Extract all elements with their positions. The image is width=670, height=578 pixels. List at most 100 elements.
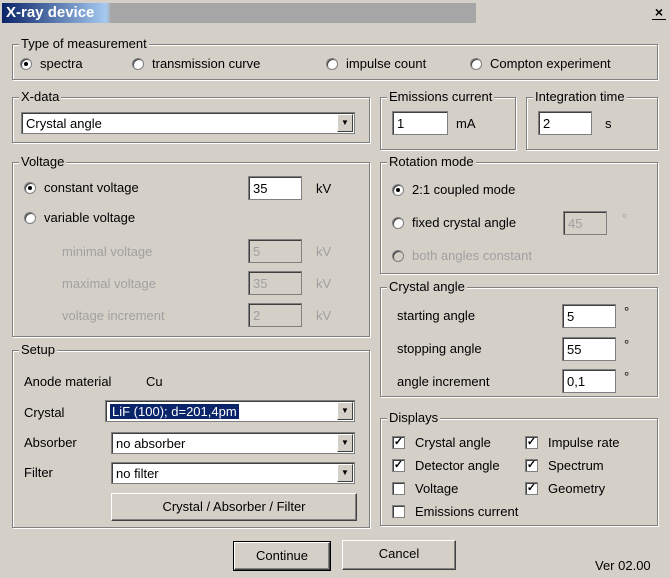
voltage-increment-label: voltage increment [62, 308, 165, 323]
radio-impulse-count[interactable]: impulse count [326, 56, 426, 71]
voltage-increment-unit: kV [316, 308, 332, 323]
rotation-mode-legend: Rotation mode [387, 154, 476, 169]
xdata-value: Crystal angle [26, 116, 102, 131]
radio-spectra-label: spectra [40, 56, 83, 71]
anode-material-value: Cu [146, 374, 163, 389]
radio-variable-voltage-dot[interactable] [24, 211, 36, 224]
check-voltage[interactable]: Voltage [392, 481, 458, 496]
xdata-select[interactable]: Crystal angle ▼ [21, 112, 355, 134]
check-geometry[interactable]: ✓ Geometry [525, 481, 605, 496]
radio-fixed-crystal-angle[interactable]: fixed crystal angle [392, 215, 516, 230]
xdata-legend: X-data [19, 89, 62, 104]
absorber-label: Absorber [24, 435, 77, 450]
chevron-down-icon[interactable]: ▼ [337, 402, 353, 420]
fixed-crystal-label: fixed crystal angle [412, 215, 517, 230]
stopping-angle-input[interactable]: 55 [562, 337, 616, 361]
stopping-angle-label: stopping angle [397, 341, 482, 356]
radio-both-angles-dot [392, 249, 404, 262]
filter-label: Filter [24, 465, 53, 480]
fixed-crystal-unit: ° [622, 211, 628, 226]
integration-time-unit: s [605, 116, 612, 131]
starting-angle-unit: ° [624, 304, 630, 319]
crystal-select[interactable]: LiF (100); d=201,4pm ▼ [105, 400, 355, 422]
fixed-crystal-angle-input: 45 [563, 211, 607, 235]
close-icon[interactable]: × [652, 4, 666, 20]
setup-legend: Setup [19, 342, 57, 357]
starting-angle-label: starting angle [397, 308, 476, 323]
radio-spectra-dot[interactable] [20, 57, 32, 70]
check-emissions-current-box[interactable] [392, 505, 405, 518]
chevron-down-icon[interactable]: ▼ [337, 464, 353, 482]
check-detector-angle[interactable]: ✓ Detector angle [392, 458, 500, 473]
radio-both-angles-constant: both angles constant [392, 248, 532, 263]
absorber-value: no absorber [116, 436, 186, 451]
window-title: X-ray device [6, 4, 95, 21]
radio-transmission-curve[interactable]: transmission curve [132, 56, 260, 71]
integration-time-input[interactable]: 2 [538, 111, 592, 135]
radio-variable-voltage[interactable]: variable voltage [24, 210, 135, 225]
check-crystal-angle-label: Crystal angle [415, 435, 491, 450]
check-spectrum[interactable]: ✓ Spectrum [525, 458, 604, 473]
voltage-increment-input: 2 [248, 303, 302, 327]
version-label: Ver 02.00 [595, 558, 651, 573]
displays-legend: Displays [387, 410, 441, 425]
check-spectrum-label: Spectrum [548, 458, 604, 473]
crystal-angle-legend: Crystal angle [387, 279, 467, 294]
title-bar: X-ray device × [0, 0, 670, 26]
check-geometry-box[interactable]: ✓ [525, 482, 538, 495]
minimal-voltage-label: minimal voltage [62, 244, 153, 259]
crystal-absorber-filter-button[interactable]: Crystal / Absorber / Filter [111, 493, 357, 521]
check-spectrum-box[interactable]: ✓ [525, 459, 538, 472]
chevron-down-icon[interactable]: ▼ [337, 434, 353, 452]
starting-angle-input[interactable]: 5 [562, 304, 616, 328]
crystal-value: LiF (100); d=201,4pm [110, 404, 239, 419]
check-detector-angle-label: Detector angle [415, 458, 500, 473]
radio-fixed-crystal-dot[interactable] [392, 216, 404, 229]
coupled-mode-label: 2:1 coupled mode [412, 182, 516, 197]
angle-increment-unit: ° [624, 369, 630, 384]
angle-increment-label: angle increment [397, 374, 490, 389]
radio-constant-voltage[interactable]: constant voltage [24, 180, 139, 195]
check-crystal-angle[interactable]: ✓ Crystal angle [392, 435, 491, 450]
check-impulse-rate[interactable]: ✓ Impulse rate [525, 435, 620, 450]
angle-increment-input[interactable]: 0,1 [562, 369, 616, 393]
continue-button[interactable]: Continue [233, 541, 331, 571]
absorber-select[interactable]: no absorber ▼ [111, 432, 355, 454]
variable-voltage-label: variable voltage [44, 210, 136, 225]
stopping-angle-unit: ° [624, 337, 630, 352]
emissions-current-input[interactable]: 1 [392, 111, 448, 135]
emissions-current-legend: Emissions current [387, 89, 495, 104]
check-emissions-current-label: Emissions current [415, 504, 519, 519]
minimal-voltage-input: 5 [248, 239, 302, 263]
check-impulse-rate-box[interactable]: ✓ [525, 436, 538, 449]
emissions-current-unit: mA [456, 116, 476, 131]
radio-coupled-mode-dot[interactable] [392, 183, 404, 196]
both-angles-label: both angles constant [412, 248, 532, 263]
radio-spectra[interactable]: spectra [20, 56, 83, 71]
constant-voltage-input[interactable]: 35 [248, 176, 302, 200]
cancel-button[interactable]: Cancel [342, 540, 456, 570]
crystal-label: Crystal [24, 405, 65, 420]
maximal-voltage-unit: kV [316, 276, 332, 291]
check-voltage-label: Voltage [415, 481, 459, 496]
check-voltage-box[interactable] [392, 482, 405, 495]
check-impulse-rate-label: Impulse rate [548, 435, 620, 450]
radio-constant-voltage-dot[interactable] [24, 181, 36, 194]
radio-transmission-label: transmission curve [152, 56, 261, 71]
radio-impulse-dot[interactable] [326, 57, 338, 70]
radio-coupled-mode[interactable]: 2:1 coupled mode [392, 182, 515, 197]
check-crystal-angle-box[interactable]: ✓ [392, 436, 405, 449]
filter-select[interactable]: no filter ▼ [111, 462, 355, 484]
radio-compton-dot[interactable] [470, 57, 482, 70]
measurement-legend: Type of measurement [19, 36, 149, 51]
chevron-down-icon[interactable]: ▼ [337, 114, 353, 132]
radio-impulse-label: impulse count [346, 56, 427, 71]
check-detector-angle-box[interactable]: ✓ [392, 459, 405, 472]
radio-compton-label: Compton experiment [490, 56, 611, 71]
radio-compton-experiment[interactable]: Compton experiment [470, 56, 611, 71]
check-emissions-current[interactable]: Emissions current [392, 504, 518, 519]
filter-value: no filter [116, 466, 159, 481]
maximal-voltage-label: maximal voltage [62, 276, 156, 291]
radio-transmission-dot[interactable] [132, 57, 144, 70]
check-geometry-label: Geometry [548, 481, 606, 496]
